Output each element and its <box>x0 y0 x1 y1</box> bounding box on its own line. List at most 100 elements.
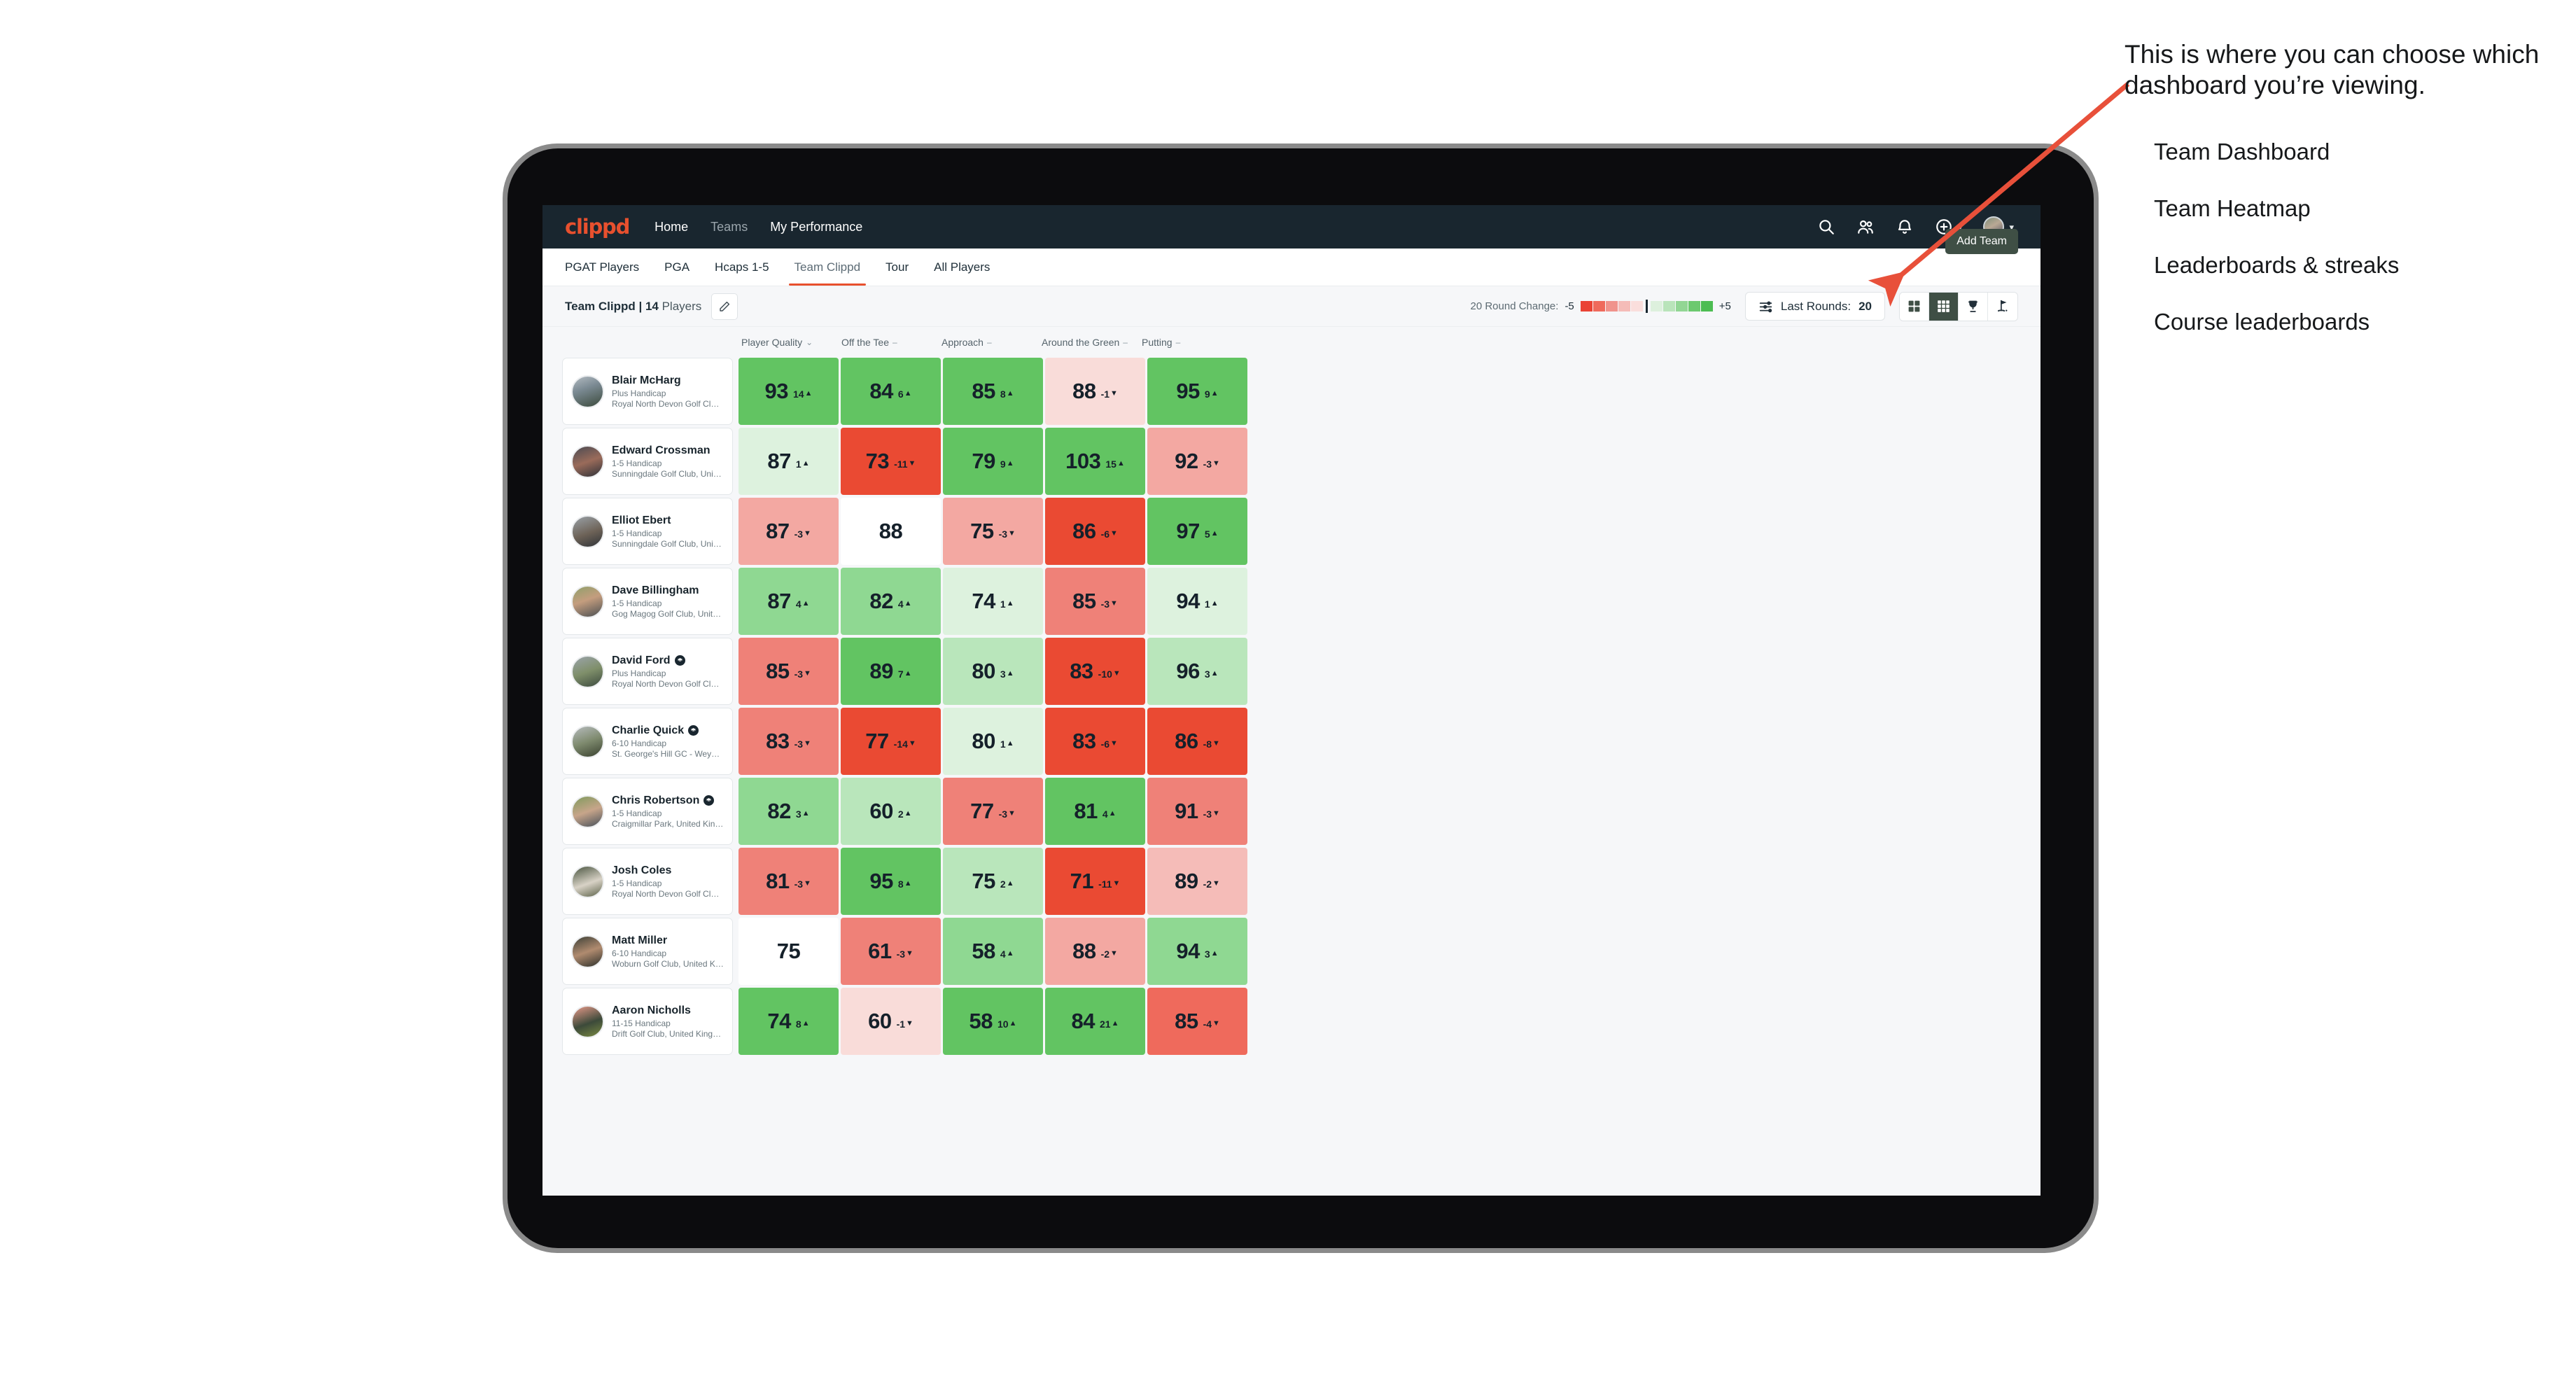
metric-cell[interactable]: 86 -8 ▼ <box>1147 708 1247 775</box>
column-header[interactable]: Around the Green – <box>1039 337 1139 348</box>
table-row[interactable]: Josh Coles 1-5 Handicap Royal North Devon … <box>562 848 2021 915</box>
metric-delta: 9 ▲ <box>1000 454 1014 470</box>
metric-cell[interactable]: 88 <box>841 498 941 565</box>
table-row[interactable]: Chris Robertson 1-5 Handicap Craigmillar P… <box>562 778 2021 845</box>
metric-cell[interactable]: 82 3 ▲ <box>738 778 839 845</box>
metric-cell[interactable]: 81 4 ▲ <box>1045 778 1145 845</box>
column-header[interactable]: Player Quality ⌄ <box>738 337 839 348</box>
view-cards-button[interactable] <box>1900 292 1929 321</box>
player-card[interactable]: Charlie Quick 6-10 Handicap St. George's H… <box>562 708 733 775</box>
player-card[interactable]: Blair McHarg Plus Handicap Royal North Dev… <box>562 358 733 425</box>
nav-link-home[interactable]: Home <box>654 220 688 234</box>
metric-cell[interactable]: 75 <box>738 918 839 985</box>
player-card[interactable]: Josh Coles 1-5 Handicap Royal North Devon … <box>562 848 733 915</box>
table-row[interactable]: Charlie Quick 6-10 Handicap St. George's H… <box>562 708 2021 775</box>
metric-cell[interactable]: 97 5 ▲ <box>1147 498 1247 565</box>
edit-team-button[interactable] <box>711 293 738 320</box>
metric-cell[interactable]: 103 15 ▲ <box>1045 428 1145 495</box>
bell-icon[interactable] <box>1896 218 1914 236</box>
metric-cell[interactable]: 87 4 ▲ <box>738 568 839 635</box>
view-course-button[interactable] <box>1988 292 2017 321</box>
table-row[interactable]: Matt Miller 6-10 Handicap Woburn Golf Club… <box>562 918 2021 985</box>
metric-delta: -3 ▼ <box>794 874 811 890</box>
table-row[interactable]: Edward Crossman 1-5 Handicap Sunningdale G… <box>562 428 2021 495</box>
column-header[interactable]: Approach – <box>939 337 1039 348</box>
metric-cell[interactable]: 84 6 ▲ <box>841 358 941 425</box>
metric-cell[interactable]: 83 -6 ▼ <box>1045 708 1145 775</box>
metric-cell[interactable]: 58 10 ▲ <box>943 988 1043 1055</box>
metric-cell[interactable]: 85 -3 ▼ <box>1045 568 1145 635</box>
metric-cell[interactable]: 82 4 ▲ <box>841 568 941 635</box>
metric-cell[interactable]: 85 8 ▲ <box>943 358 1043 425</box>
table-row[interactable]: Dave Billingham 1-5 Handicap Gog Magog Gol… <box>562 568 2021 635</box>
metric-cell[interactable]: 95 8 ▲ <box>841 848 941 915</box>
metric-cell[interactable]: 88 -2 ▼ <box>1045 918 1145 985</box>
tab-tour[interactable]: Tour <box>873 248 921 286</box>
metric-cell[interactable]: 60 -1 ▼ <box>841 988 941 1055</box>
player-card[interactable]: Matt Miller 6-10 Handicap Woburn Golf Club… <box>562 918 733 985</box>
search-icon[interactable] <box>1817 218 1835 236</box>
nav-link-my-performance[interactable]: My Performance <box>770 220 862 234</box>
metric-cell[interactable]: 75 -3 ▼ <box>943 498 1043 565</box>
metric-cell[interactable]: 88 -1 ▼ <box>1045 358 1145 425</box>
metric-cell[interactable]: 94 1 ▲ <box>1147 568 1247 635</box>
player-card[interactable]: Elliot Ebert 1-5 Handicap Sunningdale Golf… <box>562 498 733 565</box>
metric-cell[interactable]: 80 3 ▲ <box>943 638 1043 705</box>
player-card[interactable]: Edward Crossman 1-5 Handicap Sunningdale G… <box>562 428 733 495</box>
view-leaderboards-button[interactable] <box>1959 292 1988 321</box>
metric-cell[interactable]: 77 -14 ▼ <box>841 708 941 775</box>
metric-cell[interactable]: 89 -2 ▼ <box>1147 848 1247 915</box>
metric-cell[interactable]: 94 3 ▲ <box>1147 918 1247 985</box>
nav-link-teams[interactable]: Teams <box>710 220 748 234</box>
metric-cell[interactable]: 85 -4 ▼ <box>1147 988 1247 1055</box>
metric-cell[interactable]: 92 -3 ▼ <box>1147 428 1247 495</box>
metric-cell[interactable]: 83 -10 ▼ <box>1045 638 1145 705</box>
metric-cell[interactable]: 61 -3 ▼ <box>841 918 941 985</box>
column-header[interactable]: Putting – <box>1139 337 1239 348</box>
column-header[interactable]: Off the Tee – <box>839 337 939 348</box>
tab-pgat-players[interactable]: PGAT Players <box>565 248 652 286</box>
player-card[interactable]: Dave Billingham 1-5 Handicap Gog Magog Gol… <box>562 568 733 635</box>
metric-cell[interactable]: 83 -3 ▼ <box>738 708 839 775</box>
metric-cell[interactable]: 75 2 ▲ <box>943 848 1043 915</box>
table-row[interactable]: Elliot Ebert 1-5 Handicap Sunningdale Golf… <box>562 498 2021 565</box>
metric-cell[interactable]: 77 -3 ▼ <box>943 778 1043 845</box>
tab-all-players[interactable]: All Players <box>921 248 1002 286</box>
metric-delta-value: -14 <box>893 738 908 750</box>
metric-cell[interactable]: 60 2 ▲ <box>841 778 941 845</box>
metric-cell[interactable]: 86 -6 ▼ <box>1045 498 1145 565</box>
player-card[interactable]: Chris Robertson 1-5 Handicap Craigmillar P… <box>562 778 733 845</box>
arrow-up-icon: ▲ <box>802 1019 810 1028</box>
metric-cell[interactable]: 87 -3 ▼ <box>738 498 839 565</box>
metric-cell[interactable]: 84 21 ▲ <box>1045 988 1145 1055</box>
table-row[interactable]: Blair McHarg Plus Handicap Royal North Dev… <box>562 358 2021 425</box>
clippd-logo[interactable]: clippd <box>565 215 630 239</box>
metric-cell[interactable]: 81 -3 ▼ <box>738 848 839 915</box>
metric-cell[interactable]: 96 3 ▲ <box>1147 638 1247 705</box>
metric-cell[interactable]: 74 8 ▲ <box>738 988 839 1055</box>
metric-cell[interactable]: 58 4 ▲ <box>943 918 1043 985</box>
metric-cell[interactable]: 91 -3 ▼ <box>1147 778 1247 845</box>
table-row[interactable]: Aaron Nicholls 11-15 Handicap Drift Golf C… <box>562 988 2021 1055</box>
metric-cell[interactable]: 80 1 ▲ <box>943 708 1043 775</box>
tab-team-clippd[interactable]: Team Clippd <box>782 248 874 286</box>
metric-cell[interactable]: 71 -11 ▼ <box>1045 848 1145 915</box>
player-card[interactable]: David Ford Plus Handicap Royal North Devon… <box>562 638 733 705</box>
metric-cell[interactable]: 95 9 ▲ <box>1147 358 1247 425</box>
view-heatmap-button[interactable] <box>1929 292 1959 321</box>
metric-cell[interactable]: 79 9 ▲ <box>943 428 1043 495</box>
tab-pga[interactable]: PGA <box>652 248 702 286</box>
tab-hcaps-1-5[interactable]: Hcaps 1-5 <box>702 248 781 286</box>
table-row[interactable]: David Ford Plus Handicap Royal North Devon… <box>562 638 2021 705</box>
metric-delta-value: -10 <box>1098 668 1112 680</box>
metric-cell[interactable]: 93 14 ▲ <box>738 358 839 425</box>
people-icon[interactable] <box>1856 218 1875 236</box>
add-team-button[interactable]: Add Team <box>1945 229 2018 254</box>
metric-cell[interactable]: 85 -3 ▼ <box>738 638 839 705</box>
metric-cell[interactable]: 74 1 ▲ <box>943 568 1043 635</box>
metric-cell[interactable]: 89 7 ▲ <box>841 638 941 705</box>
last-rounds-filter[interactable]: Last Rounds: 20 <box>1744 292 1885 321</box>
metric-cell[interactable]: 87 1 ▲ <box>738 428 839 495</box>
metric-cell[interactable]: 73 -11 ▼ <box>841 428 941 495</box>
player-card[interactable]: Aaron Nicholls 11-15 Handicap Drift Golf C… <box>562 988 733 1055</box>
